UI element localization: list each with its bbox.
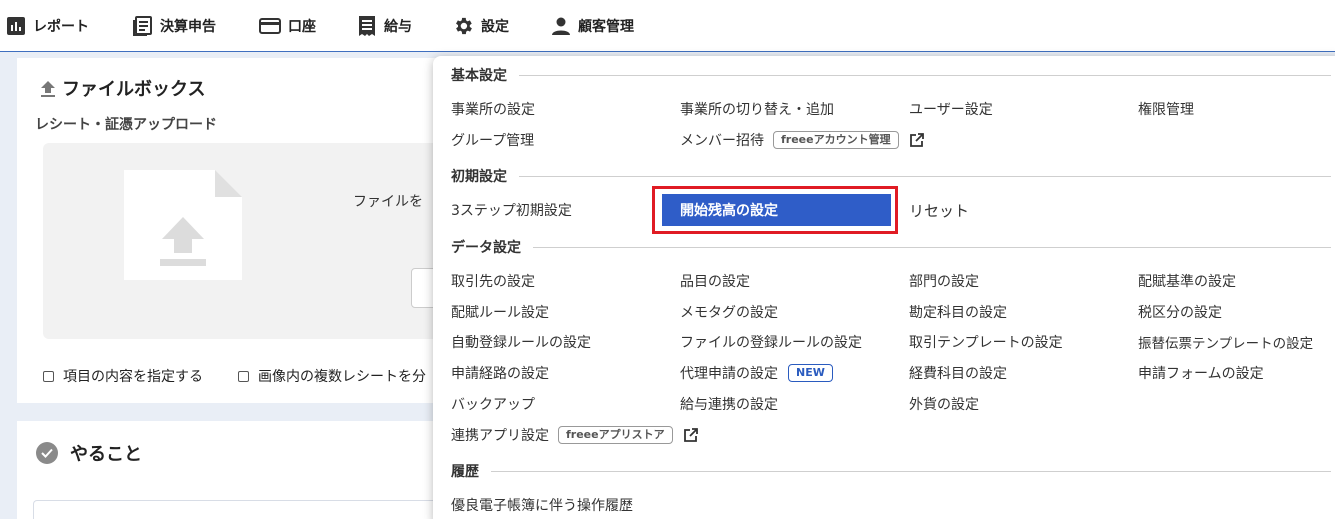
menu-account-items[interactable]: 勘定科目の設定 (909, 302, 1007, 322)
nav-customer-label: 顧客管理 (578, 19, 634, 35)
checkbox-box[interactable] (238, 370, 249, 382)
linked-apps-label: 連携アプリ設定 (451, 428, 549, 444)
todo-title-text: やること (70, 444, 142, 465)
proxy-requests-label: 代理申請の設定 (680, 366, 778, 382)
nav-settings[interactable]: 設定 (452, 0, 509, 52)
nav-account[interactable]: 口座 (259, 0, 316, 52)
menu-items[interactable]: 品目の設定 (680, 271, 750, 291)
receipt-icon (359, 16, 375, 36)
menu-three-step-setup[interactable]: 3ステップ初期設定 (451, 200, 572, 220)
menu-permissions[interactable]: 権限管理 (1138, 99, 1194, 119)
external-link-icon (909, 132, 925, 148)
report-chart-icon (7, 17, 25, 35)
dropzone-text: ファイルを (353, 194, 423, 210)
nav-payroll-label: 給与 (384, 19, 412, 35)
menu-expense-items[interactable]: 経費科目の設定 (909, 363, 1007, 383)
divider (519, 74, 1331, 76)
section-basic-heading: 基本設定 (451, 68, 507, 84)
section-history-heading: 履歴 (451, 464, 479, 480)
menu-payroll-link[interactable]: 給与連携の設定 (680, 394, 778, 414)
top-nav: レポート 決算申告 口座 給与 設定 顧客管理 (0, 0, 1335, 52)
document-icon (133, 16, 152, 36)
menu-tax-categories[interactable]: 税区分の設定 (1138, 302, 1222, 322)
menu-memo-tags[interactable]: メモタグの設定 (680, 302, 778, 322)
menu-file-rules[interactable]: ファイルの登録ルールの設定 (680, 332, 862, 352)
menu-departments[interactable]: 部門の設定 (909, 271, 979, 291)
nav-tax-label: 決算申告 (160, 19, 216, 35)
section-history: 履歴 (451, 461, 1331, 481)
file-dropzone[interactable] (43, 143, 447, 339)
member-invite-label: メンバー招待 (680, 133, 764, 149)
todo-list-card (33, 500, 453, 519)
menu-opening-balance[interactable]: 開始残高の設定 (662, 194, 891, 226)
menu-auto-rules[interactable]: 自動登録ルールの設定 (451, 332, 591, 352)
nav-account-label: 口座 (288, 19, 316, 35)
menu-request-forms[interactable]: 申請フォームの設定 (1138, 363, 1264, 383)
freee-appstore-tag: freeeアプリストア (558, 426, 673, 444)
menu-linked-apps[interactable]: 連携アプリ設定 freeeアプリストア (451, 425, 699, 445)
menu-office-settings[interactable]: 事業所の設定 (451, 99, 535, 119)
nav-report[interactable]: レポート (6, 0, 89, 52)
menu-allocation-basis[interactable]: 配賦基準の設定 (1138, 271, 1236, 291)
section-initial-heading: 初期設定 (451, 169, 507, 185)
nav-settings-label: 設定 (481, 19, 509, 35)
new-badge: NEW (788, 364, 833, 382)
menu-ebook-log[interactable]: 優良電子帳簿に伴う操作履歴 (451, 495, 633, 515)
menu-deal-templates[interactable]: 取引テンプレートの設定 (909, 332, 1063, 352)
filebox-title-text: ファイルボックス (62, 79, 206, 100)
todo-title: やること (36, 440, 142, 466)
filebox-title: ファイルボックス (38, 75, 205, 101)
check-circle-icon (36, 442, 58, 464)
specify-items-checkbox[interactable]: 項目の内容を指定する (43, 366, 203, 386)
multiple-receipts-label: 画像内の複数レシートを分 (258, 369, 426, 385)
external-link-icon (683, 427, 699, 443)
section-data-settings: データ設定 (451, 237, 1331, 257)
upload-icon (41, 81, 55, 97)
nav-tax[interactable]: 決算申告 (131, 0, 216, 52)
menu-proxy-requests[interactable]: 代理申請の設定 NEW (680, 363, 833, 383)
person-icon (552, 17, 570, 35)
menu-partners[interactable]: 取引先の設定 (451, 271, 535, 291)
upload-subtitle: レシート・証憑アップロード (35, 117, 217, 133)
menu-allocation-rules[interactable]: 配賦ルール設定 (451, 302, 549, 322)
file-upload-icon (124, 170, 242, 280)
nav-customer[interactable]: 顧客管理 (551, 0, 634, 52)
menu-foreign-currency[interactable]: 外貨の設定 (909, 394, 979, 414)
menu-transfer-templates[interactable]: 振替伝票テンプレートの設定 (1138, 332, 1313, 352)
freee-account-tag: freeeアカウント管理 (773, 131, 899, 149)
divider (533, 246, 1331, 248)
menu-group-management[interactable]: グループ管理 (451, 130, 534, 150)
menu-member-invite[interactable]: メンバー招待 freeeアカウント管理 (680, 130, 925, 150)
multiple-receipts-checkbox[interactable]: 画像内の複数レシートを分 (238, 366, 438, 386)
card-icon (259, 18, 281, 34)
menu-office-switch[interactable]: 事業所の切り替え・追加 (680, 99, 834, 119)
section-initial-settings: 初期設定 (451, 166, 1331, 186)
gear-icon (456, 17, 472, 35)
menu-backup[interactable]: バックアップ (451, 394, 535, 414)
menu-approval-routes[interactable]: 申請経路の設定 (451, 363, 549, 383)
specify-items-label: 項目の内容を指定する (63, 369, 203, 385)
nav-payroll[interactable]: 給与 (357, 0, 412, 52)
section-basic-settings: 基本設定 (451, 65, 1331, 85)
section-data-heading: データ設定 (451, 240, 521, 256)
nav-report-label: レポート (33, 19, 89, 35)
menu-user-settings[interactable]: ユーザー設定 (909, 99, 993, 119)
divider (491, 470, 1331, 472)
checkbox-box[interactable] (43, 370, 54, 382)
menu-reset[interactable]: リセット (909, 200, 969, 220)
divider (519, 175, 1331, 177)
